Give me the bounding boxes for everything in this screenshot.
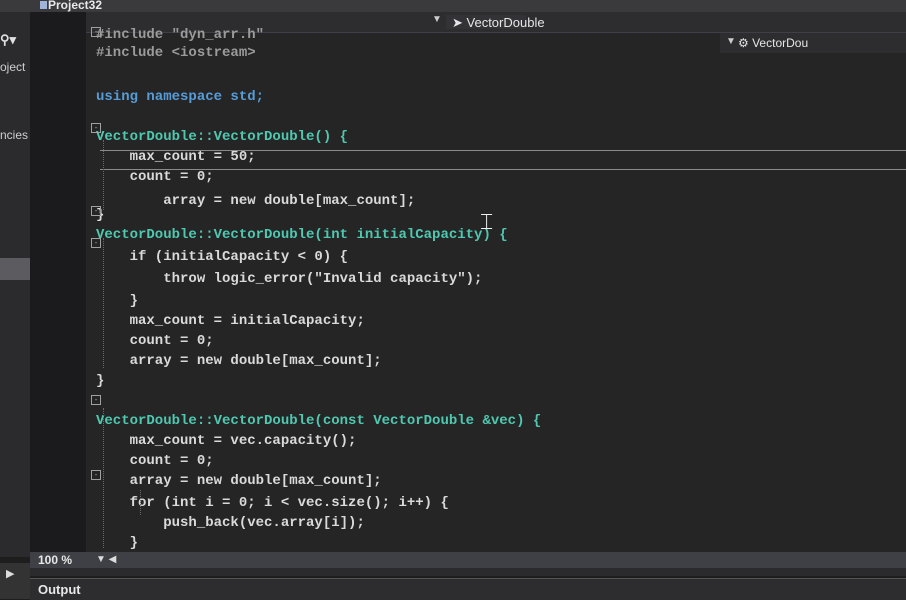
fold-toggle-icon[interactable]: - [91, 123, 101, 133]
zoom-level[interactable]: 100 % [38, 553, 72, 567]
fold-toggle-icon[interactable]: - [91, 238, 101, 248]
code-token: array = new double[max_count]; [96, 193, 416, 209]
editor-gutter [30, 12, 86, 552]
member-dropdown-label: ➤ VectorDouble [452, 15, 545, 30]
solution-explorer-selected-row[interactable] [0, 258, 30, 280]
text-cursor-icon: ⌶ [480, 210, 494, 235]
code-token: throw logic_error("Invalid capacity"); [96, 271, 483, 287]
search-icon[interactable]: ⚲▾ [0, 32, 16, 48]
member-dropdown-value: VectorDouble [466, 15, 545, 30]
output-tab[interactable]: Output [38, 582, 81, 597]
code-token: array = new double[max_count]; [96, 353, 382, 369]
left-bottom-controls: ▶ [0, 563, 30, 599]
chevron-down-icon[interactable]: ▼ [726, 36, 736, 47]
code-token: count = 0; [96, 169, 214, 185]
indent-guide [103, 408, 104, 548]
code-token: max_count = 50; [96, 149, 256, 165]
code-line[interactable]: array = new double[max_count]; [96, 472, 382, 490]
code-token: count = 0; [96, 453, 214, 469]
code-token: } [96, 373, 105, 389]
code-line[interactable]: #include <iostream> [96, 44, 256, 62]
code-line[interactable]: #include "dyn_arr.h" [96, 26, 264, 44]
code-token: #include "dyn_arr.h" [96, 27, 265, 43]
horizontal-scrollbar[interactable] [0, 568, 906, 576]
play-icon[interactable]: ▶ [6, 567, 14, 580]
code-token: max_count = vec.capacity(); [96, 433, 357, 449]
code-token: VectorDouble::VectorDouble() { [96, 129, 349, 145]
title-bar: Project32 [0, 0, 906, 12]
code-line[interactable]: using namespace std; [96, 88, 264, 106]
solution-explorer-panel: ⚲▾ oject ncies [0, 12, 31, 557]
code-line[interactable]: } [96, 372, 104, 390]
code-token: using namespace std; [96, 89, 265, 105]
fold-toggle-icon[interactable]: - [91, 395, 101, 405]
code-token: max_count = initialCapacity; [96, 313, 365, 329]
code-line[interactable]: count = 0; [96, 452, 214, 470]
code-line[interactable]: max_count = initialCapacity; [96, 312, 365, 330]
code-line[interactable]: if (initialCapacity < 0) { [96, 248, 348, 266]
code-token: if (initialCapacity < 0) { [96, 249, 349, 265]
code-line[interactable]: VectorDouble::VectorDouble(int initialCa… [96, 226, 508, 244]
code-line[interactable]: throw logic_error("Invalid capacity"); [96, 270, 482, 288]
code-line[interactable]: max_count = vec.capacity(); [96, 432, 357, 450]
solution-explorer-item-project[interactable]: oject [0, 60, 25, 74]
code-line[interactable]: max_count = 50; [96, 148, 256, 166]
output-panel: Output [30, 578, 906, 600]
fold-toggle-icon[interactable]: - [91, 27, 101, 37]
code-line[interactable]: VectorDouble::VectorDouble() { [96, 128, 348, 146]
code-token: for (int i = 0; i < vec.size(); i++) { [96, 495, 449, 511]
secondary-member-dropdown-value: VectorDou [752, 36, 809, 50]
indent-guide [103, 238, 104, 368]
secondary-member-dropdown[interactable]: ⚙ VectorDou [738, 36, 808, 50]
code-line[interactable]: push_back(vec.array[i]); [96, 514, 365, 532]
code-line[interactable]: count = 0; [96, 332, 214, 350]
code-token: array = new double[max_count]; [96, 473, 382, 489]
code-token: count = 0; [96, 333, 214, 349]
code-line[interactable]: VectorDouble::VectorDouble(const VectorD… [96, 412, 541, 430]
code-token: VectorDouble::VectorDouble(int initialCa… [96, 227, 508, 243]
code-line[interactable]: for (int i = 0; i < vec.size(); i++) { [96, 494, 449, 512]
chevron-down-icon[interactable]: ▼ [432, 14, 442, 25]
project-icon [40, 1, 47, 9]
solution-explorer-item-dependencies[interactable]: ncies [0, 128, 28, 142]
code-token: push_back(vec.array[i]); [96, 515, 365, 531]
secondary-navigation-bar: ▼ ⚙ VectorDou [720, 33, 906, 53]
code-line[interactable]: count = 0; [96, 168, 214, 186]
chevron-down-icon[interactable]: ▼ ◀ [96, 554, 116, 565]
code-token: VectorDouble::VectorDouble(const VectorD… [96, 413, 542, 429]
code-token: #include <iostream> [96, 45, 256, 61]
project-title: Project32 [48, 0, 103, 12]
code-line[interactable]: array = new double[max_count]; [96, 192, 415, 210]
fold-toggle-icon[interactable]: - [91, 206, 101, 216]
indent-guide [140, 490, 141, 515]
fold-toggle-icon[interactable]: - [91, 470, 101, 480]
indent-guide [103, 140, 104, 210]
code-line[interactable]: array = new double[max_count]; [96, 352, 382, 370]
zoom-bar: 100 % ▼ ◀ [30, 552, 906, 568]
